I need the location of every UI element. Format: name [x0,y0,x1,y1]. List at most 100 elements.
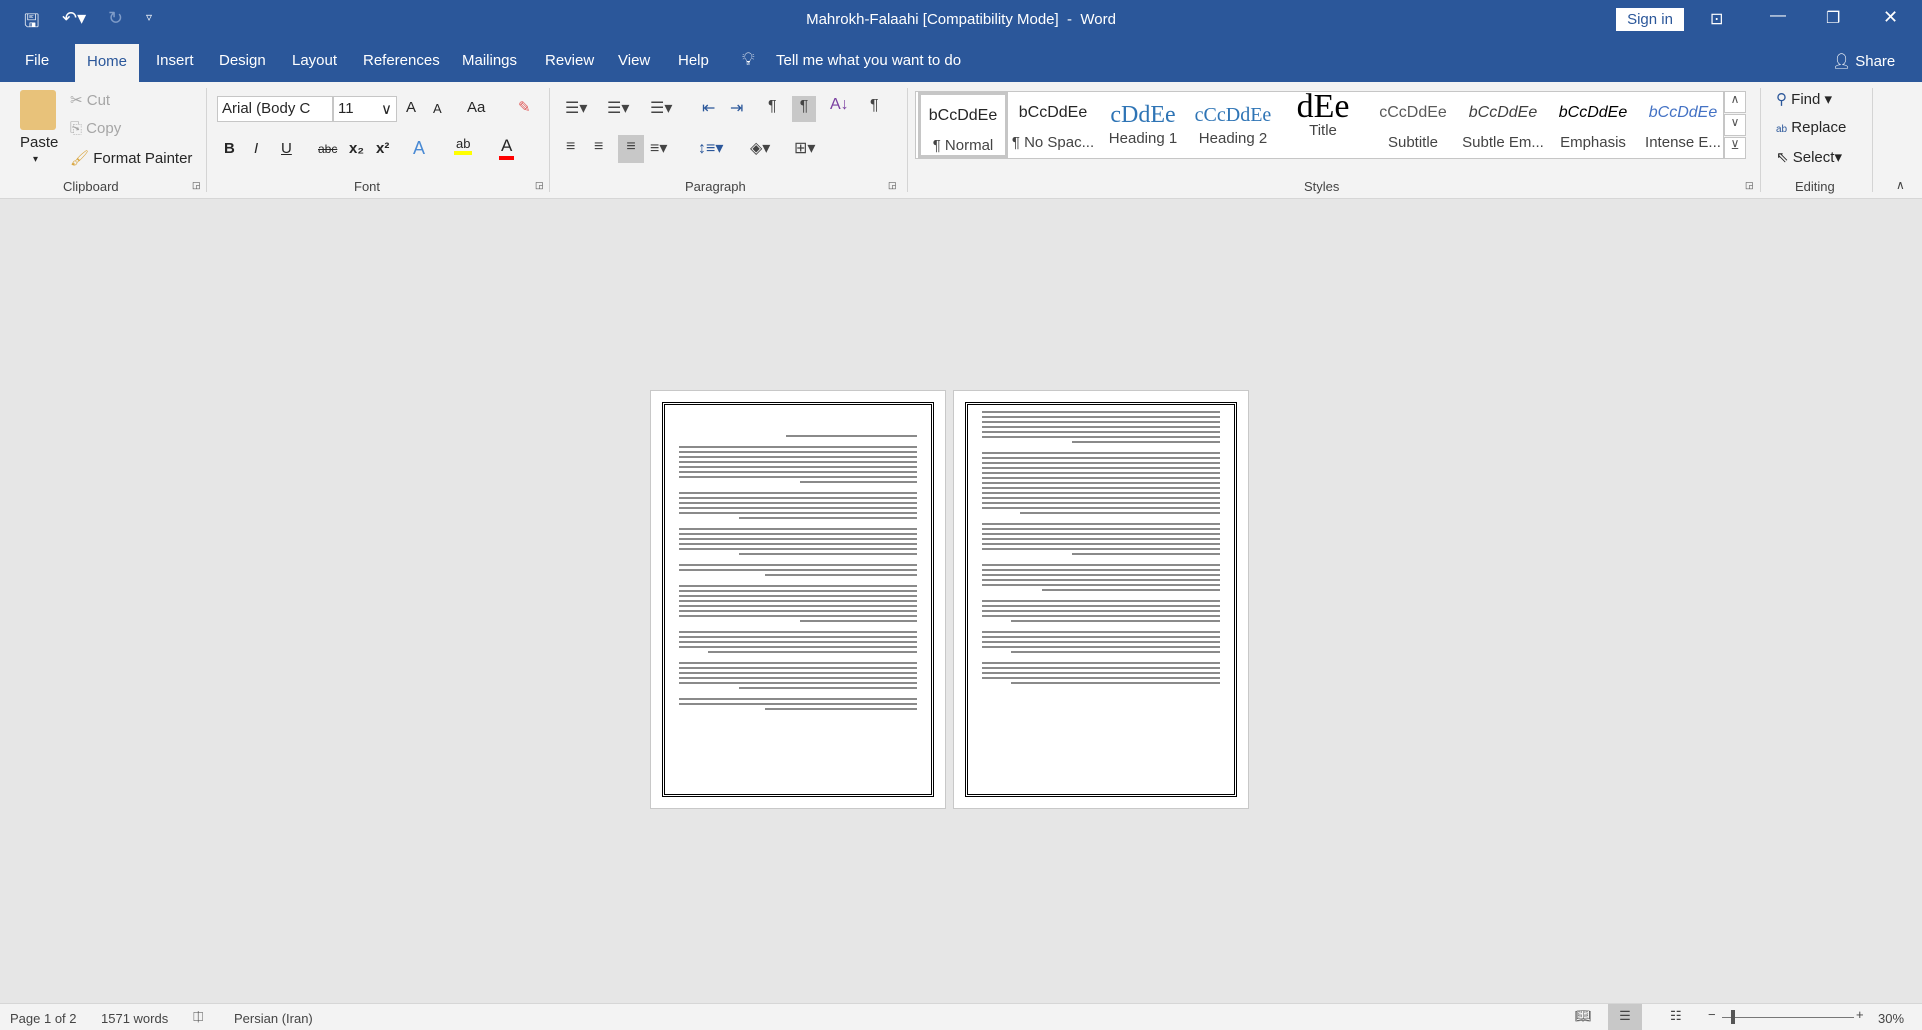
style-emphasis[interactable]: bCcDdEe Emphasis [1548,92,1638,158]
ribbon-display-icon[interactable]: ⊡ [1710,9,1723,29]
style-heading-1[interactable]: cDdEe Heading 1 [1098,92,1188,158]
paste-icon[interactable] [20,90,56,130]
styles-more[interactable]: ⊻ [1724,137,1746,159]
replace-button[interactable]: ab Replace [1776,119,1846,136]
font-launcher-icon[interactable]: ◲ [535,180,544,191]
document-page-2[interactable] [953,390,1249,809]
italic-button[interactable]: I [254,140,258,157]
borders-icon[interactable]: ⊞▾ [794,138,815,158]
divider [907,88,908,192]
sign-in-button[interactable]: Sign in [1616,8,1684,31]
proofing-icon[interactable]: ⎅ [193,1009,203,1025]
style-preview: bCcDdEe [1558,104,1628,121]
numbering-icon[interactable]: ☰▾ [607,98,629,118]
tab-review[interactable]: Review [545,52,594,69]
zoom-in-button[interactable]: + [1856,1007,1864,1022]
tab-references[interactable]: References [363,52,440,69]
decrease-indent-icon[interactable]: ⇤ [702,98,715,118]
style-normal[interactable]: bCcDdEe ¶ Normal [918,92,1008,158]
grow-font-button[interactable]: A [406,99,416,116]
align-center-icon[interactable]: ≡ [594,138,603,156]
collapse-ribbon-icon[interactable]: ∧ [1896,178,1905,192]
paragraph-launcher-icon[interactable]: ◲ [888,180,897,191]
style-name: Heading 1 [1108,130,1178,147]
ltr-icon[interactable]: ¶ [768,98,777,116]
style-title[interactable]: dEe Title [1278,92,1368,158]
tell-me-search[interactable]: Tell me what you want to do [776,52,961,69]
highlight-icon[interactable]: ab [454,136,473,155]
clear-formatting-icon[interactable]: ✎ [518,98,531,116]
underline-button[interactable]: U [281,140,292,157]
restore-icon[interactable]: ❐ [1826,8,1840,28]
style-name: Subtitle [1387,134,1439,151]
cut-button[interactable]: ✂ Cut [70,91,110,109]
style-subtle-em[interactable]: bCcDdEe Subtle Em... [1458,92,1548,158]
text-effects-icon[interactable]: A [413,138,425,159]
paste-dropdown-icon[interactable]: ▾ [33,154,38,165]
styles-scroll-up[interactable]: ∧ [1724,91,1746,113]
paste-button[interactable]: Paste [20,134,58,151]
tab-help[interactable]: Help [678,52,709,69]
read-mode-icon[interactable]: 📖︎ [1575,1008,1592,1024]
document-page-1[interactable] [650,390,946,809]
line-spacing-icon[interactable]: ↕≡▾ [698,138,723,158]
tab-view[interactable]: View [618,52,650,69]
show-marks-icon[interactable]: ¶ [870,97,879,115]
align-right-icon[interactable]: ≡ [618,135,644,163]
page-count[interactable]: Page 1 of 2 [10,1011,77,1026]
style-no-spac[interactable]: bCcDdEe ¶ No Spac... [1008,92,1098,158]
multilevel-list-icon[interactable]: ☰▾ [650,98,672,118]
font-color-icon[interactable]: A [499,136,515,160]
find-button[interactable]: ⚲ Find ▾ [1776,90,1832,108]
select-button[interactable]: ⇖ Select▾ [1776,148,1842,166]
minimize-icon[interactable]: — [1770,7,1786,25]
font-family-select[interactable]: Arial (Body C [217,96,333,122]
page-text [679,435,917,719]
styles-scroll-down[interactable]: ∨ [1724,114,1746,136]
subscript-button[interactable]: x₂ [349,140,364,157]
align-left-icon[interactable]: ≡ [566,138,575,156]
justify-icon[interactable]: ≡▾ [650,138,667,158]
cursor-icon: ⇖ [1776,149,1789,166]
rtl-icon[interactable]: ¶ [792,96,816,122]
divider [1872,88,1873,192]
bold-button[interactable]: B [224,140,235,157]
style-preview: cCcDdEe [1379,104,1447,121]
language[interactable]: Persian (Iran) [234,1011,313,1026]
change-case-button[interactable]: Aa [467,99,485,116]
zoom-slider[interactable] [1722,1017,1854,1018]
font-size-select[interactable]: 11 ∨ [333,96,397,122]
cut-label: Cut [86,92,111,109]
style-intense-e[interactable]: bCcDdEe Intense E... [1638,92,1728,158]
share-button[interactable]: 👤︎ Share [1832,52,1895,70]
tab-design[interactable]: Design [219,52,266,69]
superscript-button[interactable]: x² [376,140,389,157]
web-layout-icon[interactable]: ☷ [1670,1008,1682,1024]
search-icon: ⚲ [1776,91,1787,108]
strikethrough-button[interactable]: abc [318,142,337,156]
bullets-icon[interactable]: ☰▾ [565,98,587,118]
increase-indent-icon[interactable]: ⇥ [730,98,743,118]
sort-icon[interactable]: A↓ [830,96,849,114]
clipboard-launcher-icon[interactable]: ◲ [192,180,201,191]
tab-file[interactable]: File [25,52,49,69]
tab-layout[interactable]: Layout [292,52,337,69]
tab-mailings[interactable]: Mailings [462,52,517,69]
styles-launcher-icon[interactable]: ◲ [1745,180,1754,191]
print-layout-icon[interactable]: ☰ [1608,1004,1642,1030]
tab-home[interactable]: Home [75,44,140,82]
zoom-level[interactable]: 30% [1878,1011,1904,1026]
copy-button[interactable]: ⎘ Copy [70,120,121,137]
style-name: Heading 2 [1198,130,1268,147]
zoom-slider-thumb[interactable] [1730,1010,1735,1024]
tab-insert[interactable]: Insert [156,52,194,69]
shrink-font-button[interactable]: A [433,101,442,116]
shading-icon[interactable]: ◈▾ [750,138,770,158]
replace-icon: ab [1776,124,1788,135]
style-subtitle[interactable]: cCcDdEe Subtitle [1368,92,1458,158]
format-painter-button[interactable]: 🖌︎ Format Painter [70,149,192,167]
style-heading-2[interactable]: cCcDdEe Heading 2 [1188,92,1278,158]
zoom-out-button[interactable]: − [1708,1007,1716,1022]
word-count[interactable]: 1571 words [101,1011,168,1026]
close-icon[interactable]: ✕ [1883,7,1898,28]
